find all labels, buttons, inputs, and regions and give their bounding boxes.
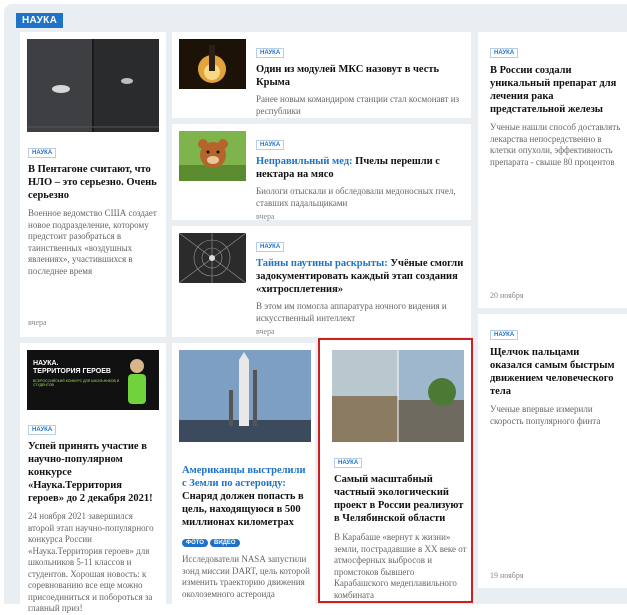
title-highlight: Неправильный мед: xyxy=(256,156,353,167)
news-card-honey[interactable]: НАУКА Неправильный мед: Пчелы перешли с … xyxy=(172,124,471,221)
video-pill[interactable]: ВИДЕО xyxy=(209,539,240,547)
section-label[interactable]: НАУКА xyxy=(16,13,64,28)
badge: НАУКА xyxy=(256,242,285,252)
card-title[interactable]: В Пентагоне считают, что НЛО – это серье… xyxy=(28,163,158,202)
card-desc: В этом им помогла аппаратура ночного вид… xyxy=(256,301,447,323)
banner-text-top: НАУКА. xyxy=(33,360,59,367)
card-title[interactable]: Один из модулей МКС назовут в честь Крым… xyxy=(256,63,466,89)
badge: НАУКА xyxy=(334,458,363,468)
badge: НАУКА xyxy=(490,48,519,58)
contest-banner: НАУКА. ТЕРРИТОРИЯ ГЕРОЕВ ВСЕРОССИЙСКИЙ К… xyxy=(27,350,159,410)
banner-text-bottom: ТЕРРИТОРИЯ ГЕРОЕВ xyxy=(33,368,111,375)
card-desc: Военное ведомство США создает новое подр… xyxy=(28,208,157,276)
news-card-ufo[interactable]: НАУКА В Пентагоне считают, что НЛО – это… xyxy=(20,32,166,337)
badge: НАУКА xyxy=(490,330,519,340)
card-date: 19 ноября xyxy=(490,571,524,580)
card-date: 20 ноября xyxy=(490,291,524,300)
news-card-iss[interactable]: НАУКА Один из модулей МКС назовут в чест… xyxy=(172,32,471,130)
card-title[interactable]: Неправильный мед: Пчелы перешли с нектар… xyxy=(256,155,466,181)
card-desc: Ученые нашли способ доставлять лекарства… xyxy=(490,122,621,167)
photo-pill[interactable]: ФОТО xyxy=(182,539,208,547)
card-desc: 24 ноября 2021 завершился второй этап на… xyxy=(28,511,154,613)
rocket-image xyxy=(179,350,311,442)
card-date: вчера xyxy=(28,318,47,327)
news-card-asteroid[interactable]: Американцы выстрелили с Земли по астерои… xyxy=(172,343,315,604)
iss-image xyxy=(179,39,246,89)
title-rest: Снаряд должен попасть в цель, находящуюс… xyxy=(182,491,304,528)
card-desc: Биологи отыскали и обследовали медоносны… xyxy=(256,186,456,208)
card-desc: Ранее новым командиром станции стал косм… xyxy=(256,94,460,116)
card-desc: В Карабаше «вернут к жизни» земли, постр… xyxy=(334,532,467,600)
title-highlight: Американцы выстрелили с Земли по астерои… xyxy=(182,465,306,489)
card-title[interactable]: Щелчок пальцами оказался самым быстрым д… xyxy=(490,346,622,398)
banner-text-small: ВСЕРОССИЙСКИЙ КОНКУРС ДЛЯ ШКОЛЬНИКОВ И С… xyxy=(33,379,120,387)
card-title[interactable]: Тайны паутины раскрыты: Учёные смогли за… xyxy=(256,257,466,296)
news-card-prostate[interactable]: НАУКА В России создали уникальный препар… xyxy=(478,32,627,308)
card-title[interactable]: В России создали уникальный препарат для… xyxy=(490,64,622,116)
eco-image xyxy=(332,350,464,442)
news-card-eco[interactable]: НАУКА Самый масштабный частный экологиче… xyxy=(318,338,473,603)
spider-image xyxy=(179,233,246,283)
news-card-contest[interactable]: НАУКА. ТЕРРИТОРИЯ ГЕРОЕВ ВСЕРОССИЙСКИЙ К… xyxy=(20,343,166,613)
badge: НАУКА xyxy=(28,148,57,158)
news-card-spider[interactable]: НАУКА Тайны паутины раскрыты: Учёные смо… xyxy=(172,226,471,337)
card-title[interactable]: Американцы выстрелили с Земли по астерои… xyxy=(182,464,312,529)
title-highlight: Тайны паутины раскрыты: xyxy=(256,258,388,269)
badge: НАУКА xyxy=(28,425,57,435)
card-date: вчера xyxy=(256,212,275,221)
card-title[interactable]: Самый масштабный частный экологический п… xyxy=(334,473,468,525)
bear-image xyxy=(179,131,246,181)
card-desc: Исследователи NASA запустили зонд миссии… xyxy=(182,554,310,599)
news-card-snap[interactable]: НАУКА Щелчок пальцами оказался самым быс… xyxy=(478,314,627,588)
badge: НАУКА xyxy=(256,48,285,58)
card-title[interactable]: Успей принять участие в научно-популярно… xyxy=(28,440,160,505)
badge: НАУКА xyxy=(256,140,285,150)
ufo-image xyxy=(27,39,159,132)
card-date: вчера xyxy=(256,327,275,336)
card-desc: Ученые впервые измерили скорость популяр… xyxy=(490,404,601,426)
